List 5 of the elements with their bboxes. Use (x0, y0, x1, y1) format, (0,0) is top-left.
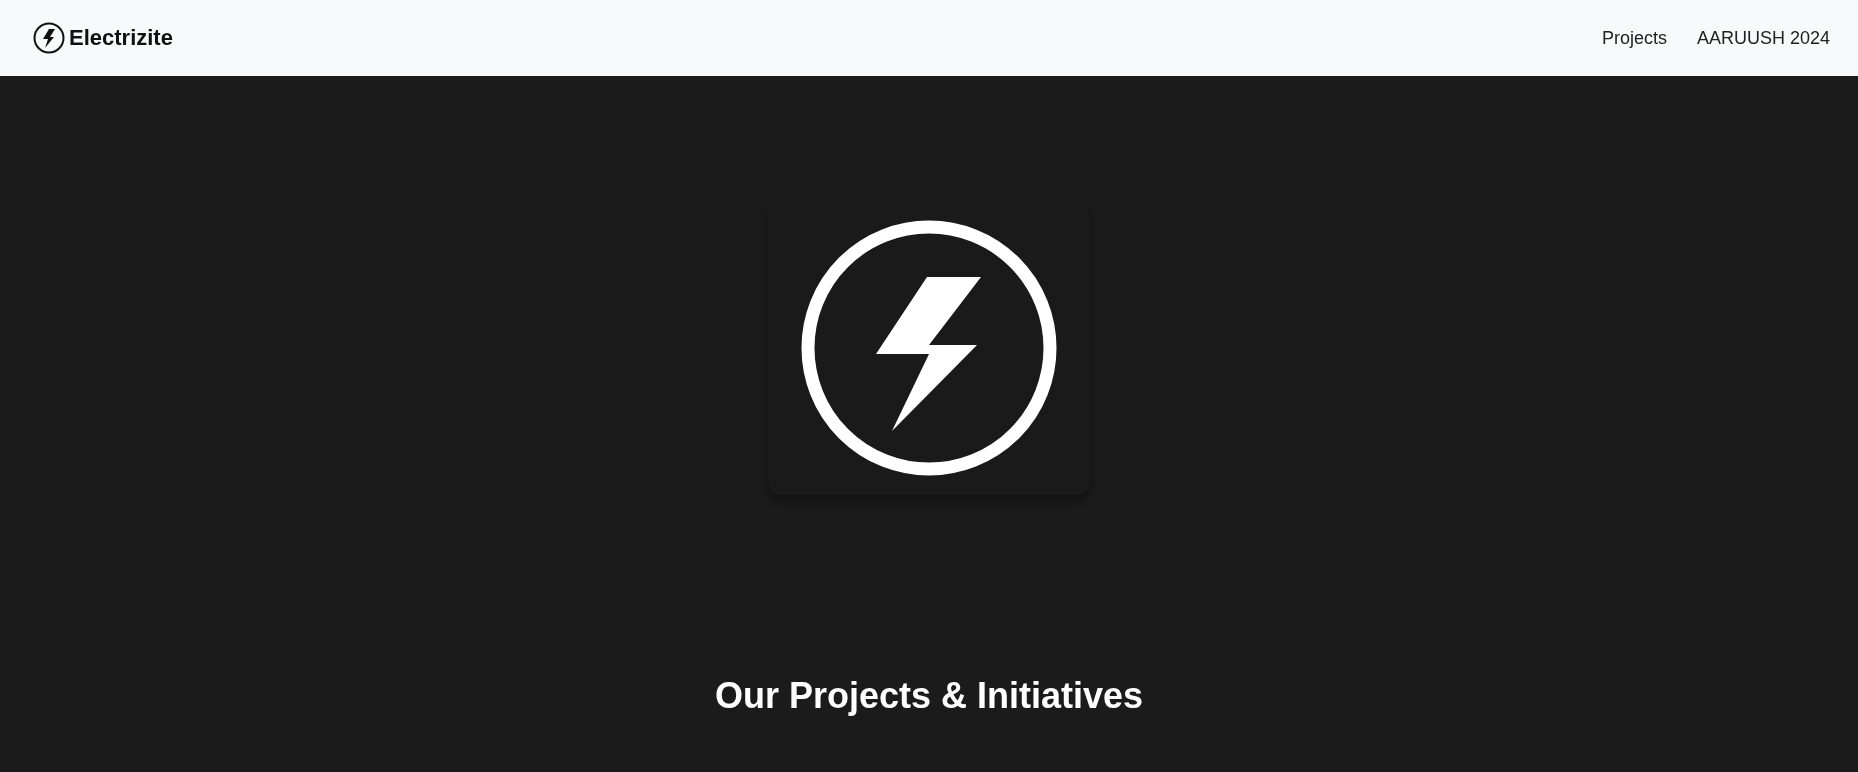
nav-link[interactable]: AARUUSH 2024 (1696, 27, 1830, 49)
brand-link[interactable]: Electrizite (33, 22, 173, 54)
lightning-icon (33, 22, 65, 54)
section-heading: Our Projects & Initiatives (714, 675, 1144, 717)
nav-link[interactable]: Projects (1601, 27, 1667, 49)
